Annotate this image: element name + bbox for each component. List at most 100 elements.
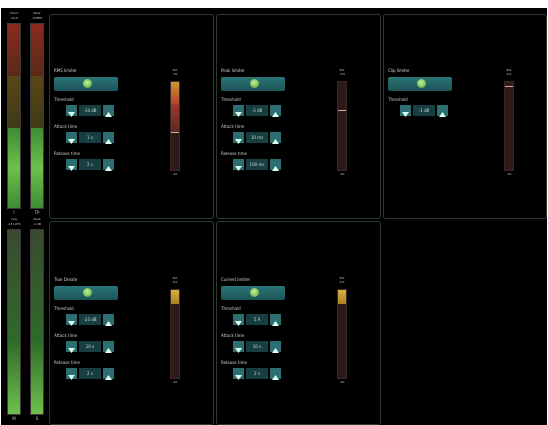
triangle-down-icon	[68, 166, 75, 171]
threshold-label: Threshold	[221, 97, 241, 102]
threshold-label: Threshold	[54, 97, 74, 102]
release-value[interactable]: 100 ms	[246, 159, 268, 170]
threshold-value[interactable]: -10 dB	[79, 105, 101, 116]
decrease-button[interactable]	[233, 341, 244, 353]
decrease-button[interactable]	[400, 105, 411, 117]
triangle-up-icon	[272, 112, 279, 117]
triangle-up-icon	[105, 139, 112, 144]
triangle-up-icon	[272, 139, 279, 144]
meter-subtitle: -23 LUFS	[7, 222, 21, 226]
attack-value[interactable]: 10 s	[246, 341, 268, 352]
triangle-down-icon	[235, 139, 242, 144]
gauge-bottom-label: -40	[339, 380, 345, 384]
attack-label: Attack time	[221, 124, 245, 129]
decrease-button[interactable]	[66, 159, 77, 171]
decrease-button[interactable]	[66, 341, 77, 353]
decrease-button[interactable]	[233, 314, 244, 326]
threshold-label: Threshold	[388, 97, 408, 102]
decrease-button[interactable]	[233, 105, 244, 117]
enable-button[interactable]	[221, 286, 285, 300]
increase-button[interactable]	[103, 368, 114, 380]
triangle-up-icon	[272, 321, 279, 326]
led-icon	[417, 79, 426, 88]
panel-title: Peak limiter	[221, 68, 245, 73]
panel-title: Clip limiter	[388, 68, 410, 73]
led-icon	[83, 288, 92, 297]
gauge-bottom-label: -40	[506, 172, 512, 176]
enable-button[interactable]	[54, 286, 118, 300]
decrease-button[interactable]	[66, 314, 77, 326]
enable-button[interactable]	[388, 77, 452, 91]
decrease-button[interactable]	[233, 368, 244, 380]
meter-subtitle: -15,0	[10, 16, 18, 20]
increase-button[interactable]	[270, 341, 281, 353]
threshold-value[interactable]: -1 dB	[413, 105, 435, 116]
gauge-bottom-label: -40	[172, 380, 178, 384]
increase-button[interactable]	[270, 132, 281, 144]
increase-button[interactable]	[270, 105, 281, 117]
threshold-label: Threshold	[54, 306, 74, 311]
increase-button[interactable]	[270, 159, 281, 171]
decrease-button[interactable]	[233, 132, 244, 144]
decrease-button[interactable]	[233, 159, 244, 171]
gauge-bottom-label: -40	[172, 172, 178, 176]
gain-reduction-gauge	[337, 81, 347, 171]
increase-button[interactable]	[270, 368, 281, 380]
threshold-stepper: -23 dB	[66, 314, 114, 326]
gauge-subtitle: -3,0	[339, 72, 345, 76]
triangle-up-icon	[105, 375, 112, 380]
meter-subtitle: -3dBTP	[31, 16, 43, 20]
panel-title: Current limiter	[221, 277, 251, 282]
limiter-app: Short -15,0 I Peak -3dBTP TP Avg -23 LUF…	[1, 8, 547, 425]
triangle-down-icon	[235, 348, 242, 353]
release-value[interactable]: 2 s	[246, 368, 268, 379]
attack-value[interactable]: 1 s	[79, 132, 101, 143]
level-meter-bar	[30, 23, 44, 209]
triangle-down-icon	[235, 375, 242, 380]
led-icon	[250, 288, 259, 297]
threshold-stepper: -1 dB	[400, 105, 448, 117]
decrease-button[interactable]	[66, 105, 77, 117]
attack-label: Attack time	[221, 333, 245, 338]
triangle-up-icon	[272, 375, 279, 380]
threshold-value[interactable]: -23 dB	[79, 314, 101, 325]
triangle-up-icon	[105, 321, 112, 326]
gauge-subtitle: -10	[172, 72, 178, 76]
increase-button[interactable]	[103, 341, 114, 353]
gain-reduction-gauge	[170, 289, 180, 379]
release-stepper: 2 s	[66, 159, 114, 171]
increase-button[interactable]	[103, 105, 114, 117]
triangle-down-icon	[68, 348, 75, 353]
decrease-button[interactable]	[66, 132, 77, 144]
enable-button[interactable]	[221, 77, 285, 91]
triangle-down-icon	[235, 112, 242, 117]
threshold-value[interactable]: -3 dB	[246, 105, 268, 116]
triangle-down-icon	[68, 139, 75, 144]
threshold-stepper: 5 A	[233, 314, 281, 326]
gauge-subtitle: 0,0	[339, 280, 345, 284]
increase-button[interactable]	[103, 314, 114, 326]
increase-button[interactable]	[437, 105, 448, 117]
enable-button[interactable]	[54, 77, 118, 91]
attack-stepper: 10 s	[66, 341, 114, 353]
release-stepper: 2 s	[233, 368, 281, 380]
meter-footer: S	[35, 416, 39, 421]
increase-button[interactable]	[103, 159, 114, 171]
gauge-subtitle: 0,0	[172, 280, 178, 284]
increase-button[interactable]	[103, 132, 114, 144]
release-value[interactable]: 2 s	[79, 368, 101, 379]
threshold-value[interactable]: 5 A	[246, 314, 268, 325]
increase-button[interactable]	[270, 314, 281, 326]
attack-value[interactable]: 10 ms	[246, 132, 268, 143]
level-meter-bar	[7, 23, 21, 209]
triangle-down-icon	[402, 112, 409, 117]
attack-stepper: 10 s	[233, 341, 281, 353]
attack-value[interactable]: 10 s	[79, 341, 101, 352]
triangle-down-icon	[235, 166, 242, 171]
attack-stepper: 10 ms	[233, 132, 281, 144]
decrease-button[interactable]	[66, 368, 77, 380]
triangle-up-icon	[105, 166, 112, 171]
release-value[interactable]: 2 s	[79, 159, 101, 170]
threshold-label: Threshold	[221, 306, 241, 311]
attack-label: Attack time	[54, 124, 78, 129]
